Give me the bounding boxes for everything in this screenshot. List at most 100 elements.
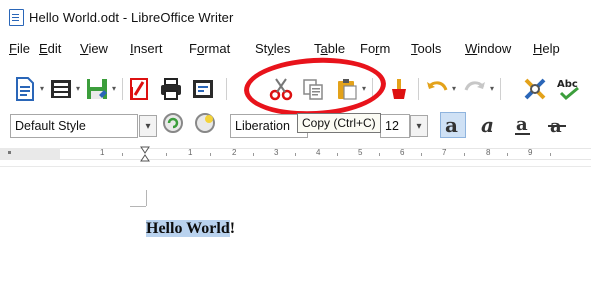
svg-text:a: a	[481, 114, 494, 136]
toolbar-separator	[418, 78, 419, 100]
text-boundary-mark	[146, 190, 147, 206]
save-icon	[87, 79, 107, 99]
horizontal-ruler: 1 1 2 3 4 5 6 7 8 9	[0, 145, 591, 163]
new-dropdown-icon[interactable]: ▾	[38, 84, 46, 94]
ruler-number: 7	[442, 148, 447, 157]
ruler-tick	[210, 153, 211, 156]
open-dropdown-icon[interactable]: ▾	[74, 84, 82, 94]
copy-icon	[303, 79, 323, 100]
ruler-tick	[379, 153, 380, 156]
redo-button[interactable]	[462, 76, 488, 102]
export-pdf-icon	[130, 78, 148, 100]
toolbar-separator	[372, 78, 373, 100]
window-title: Hello World.odt - LibreOffice Writer	[29, 9, 234, 25]
indent-marker-icon[interactable]	[140, 146, 150, 162]
clone-formatting-icon	[392, 79, 406, 99]
ruler-number: 4	[316, 148, 321, 157]
strikethrough-button[interactable]: a	[544, 112, 570, 138]
menu-format[interactable]: Format	[189, 41, 230, 56]
menu-file[interactable]: File	[9, 41, 30, 56]
ruler-tick	[8, 151, 11, 154]
ruler-number: 3	[274, 148, 279, 157]
chevron-down-icon: ▾	[145, 120, 151, 132]
cut-icon	[269, 78, 293, 101]
update-style-icon	[163, 113, 183, 133]
paragraph-style-dropdown[interactable]: ▾	[139, 115, 157, 137]
font-size-dropdown[interactable]: ▾	[410, 115, 428, 137]
spelling-button[interactable]: Abc	[556, 76, 582, 102]
find-replace-button[interactable]	[522, 76, 548, 102]
document-page[interactable]	[0, 164, 591, 283]
toolbar-separator	[122, 78, 123, 100]
menu-table[interactable]: Table	[314, 41, 345, 56]
italic-button[interactable]: a	[476, 112, 502, 138]
page-edge	[0, 166, 591, 167]
undo-dropdown-icon[interactable]: ▾	[450, 84, 458, 94]
print-icon	[161, 78, 181, 100]
svg-text:a: a	[445, 114, 458, 136]
strikethrough-icon: a	[548, 116, 566, 136]
menu-form[interactable]: Form	[360, 41, 390, 56]
menu-window[interactable]: Window	[465, 41, 511, 56]
menu-view[interactable]: View	[80, 41, 108, 56]
ruler-tick	[295, 153, 296, 156]
selected-text[interactable]: Hello World	[146, 220, 230, 237]
paragraph-style-combo[interactable]: Default Style	[10, 114, 138, 138]
ruler-tick	[122, 153, 123, 156]
menu-help[interactable]: Help	[533, 41, 560, 56]
title-bar: Hello World.odt - LibreOffice Writer	[0, 0, 591, 34]
clone-formatting-button[interactable]	[386, 76, 412, 102]
menu-edit[interactable]: Edit	[39, 41, 61, 56]
ruler-tick	[166, 153, 167, 156]
spelling-icon: Abc	[557, 79, 579, 101]
svg-text:a: a	[516, 114, 528, 135]
undo-icon	[427, 81, 448, 91]
new-document-button[interactable]	[12, 76, 38, 102]
print-preview-button[interactable]	[190, 76, 216, 102]
ruler-tick	[507, 153, 508, 156]
ruler-tick	[421, 153, 422, 156]
new-style-icon	[195, 113, 215, 133]
open-button[interactable]	[48, 76, 74, 102]
writer-document-icon	[9, 8, 24, 26]
ruler-tick	[337, 153, 338, 156]
save-dropdown-icon[interactable]: ▾	[110, 84, 118, 94]
menu-insert[interactable]: Insert	[130, 41, 163, 56]
ruler-margin-left	[0, 148, 60, 160]
export-pdf-button[interactable]	[126, 76, 152, 102]
menu-tools[interactable]: Tools	[411, 41, 441, 56]
underline-button[interactable]: a	[510, 112, 536, 138]
paste-button[interactable]	[334, 76, 360, 102]
formatting-toolbar: Default Style ▾ Liberation 12 ▾ a a a a	[0, 112, 591, 142]
redo-icon	[464, 81, 485, 91]
cut-button[interactable]	[268, 76, 294, 102]
update-style-button[interactable]	[160, 110, 186, 136]
print-preview-icon	[193, 80, 213, 98]
toolbar-separator	[226, 78, 227, 100]
ruler-number: 6	[400, 148, 405, 157]
underline-icon: a	[515, 114, 530, 135]
document-text-line[interactable]: Hello World!	[146, 220, 235, 238]
ruler-tick	[550, 153, 551, 156]
menu-styles[interactable]: Styles	[255, 41, 290, 56]
chevron-down-icon: ▾	[416, 120, 422, 132]
undo-button[interactable]	[424, 76, 450, 102]
copy-button[interactable]	[300, 76, 326, 102]
ruler-number: 1	[100, 148, 105, 157]
bold-button[interactable]: a	[440, 112, 466, 138]
bold-icon: a	[445, 114, 458, 136]
paste-icon	[338, 79, 357, 100]
redo-dropdown-icon[interactable]: ▾	[488, 84, 496, 94]
svg-text:Abc: Abc	[557, 79, 578, 90]
paste-dropdown-icon[interactable]: ▾	[360, 84, 368, 94]
new-style-button[interactable]	[192, 110, 218, 136]
ruler-number: 9	[528, 148, 533, 157]
ruler-number: 8	[486, 148, 491, 157]
print-button[interactable]	[158, 76, 184, 102]
save-button[interactable]	[84, 76, 110, 102]
ruler-tick	[464, 153, 465, 156]
font-size-combo[interactable]: 12	[380, 114, 410, 138]
text-boundary-mark	[130, 206, 146, 207]
italic-icon: a	[481, 114, 494, 136]
ruler-number: 1	[188, 148, 193, 157]
